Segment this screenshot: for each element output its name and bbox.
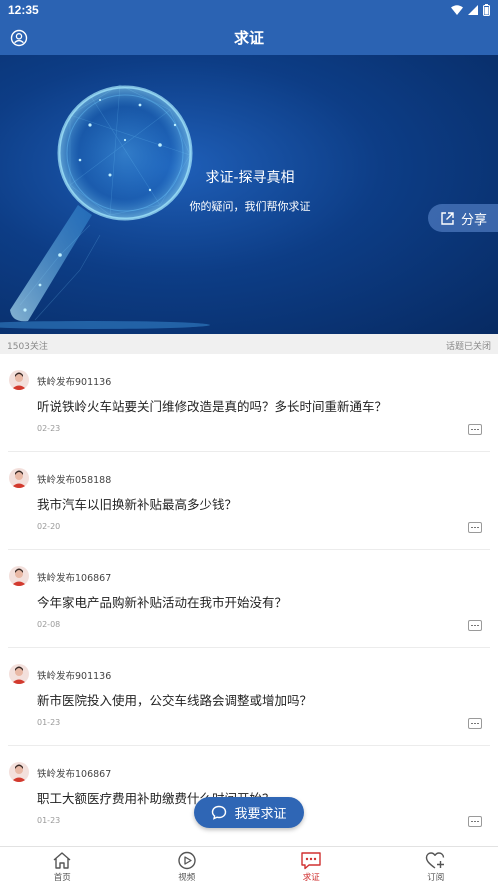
avatar: [9, 566, 29, 586]
page-title: 求证: [233, 29, 264, 47]
more-options-icon[interactable]: [468, 424, 482, 435]
status-icons: [451, 4, 490, 16]
topic-status: 话题已关闭: [445, 342, 491, 352]
list-item[interactable]: 铁岭发布058188 我市汽车以旧换新补贴最高多少钱？ 02-20: [0, 452, 498, 550]
status-time: 12:35: [8, 3, 39, 17]
tab-video-label: 视频: [178, 873, 196, 883]
followers-count: 1503关注: [7, 342, 48, 352]
banner-title: 求证-探寻真相: [205, 170, 295, 186]
tab-subscribe[interactable]: 订阅: [374, 847, 498, 885]
post-question[interactable]: 今年家电产品购新补贴活动在我市开始没有？: [37, 592, 287, 611]
avatar: [9, 468, 29, 488]
more-options-icon[interactable]: [468, 816, 482, 827]
tab-subscribe-label: 订阅: [427, 873, 445, 883]
tab-verify[interactable]: 求证: [249, 847, 374, 885]
hero-banner: 求证-探寻真相 你的疑问，我们帮你求证 分享: [0, 55, 498, 334]
post-author: 铁岭发布106867: [37, 769, 112, 780]
more-options-icon[interactable]: [468, 718, 482, 729]
share-button[interactable]: 分享: [428, 204, 498, 232]
avatar: [9, 370, 29, 390]
post-author: 铁岭发布901136: [37, 671, 112, 682]
list-item[interactable]: 铁岭发布106867 今年家电产品购新补贴活动在我市开始没有？ 02-08: [0, 550, 498, 648]
bottom-tab-bar: 首页 视频 求证 订阅: [0, 846, 498, 885]
list-item[interactable]: 铁岭发布106867 职工大额医疗费用补助缴费什么时间开始？ 01-23: [0, 746, 498, 844]
tab-home[interactable]: 首页: [0, 847, 125, 885]
more-options-icon[interactable]: [468, 522, 482, 533]
post-question[interactable]: 我市汽车以旧换新补贴最高多少钱？: [37, 494, 237, 513]
post-author: 铁岭发布106867: [37, 573, 112, 584]
ask-verify-label: 我要求证: [234, 807, 287, 822]
home-icon: [53, 852, 71, 869]
share-icon: [441, 211, 454, 225]
status-bar: 12:35: [0, 0, 498, 21]
post-author: 铁岭发布058188: [37, 475, 112, 486]
signal-icon: [468, 5, 478, 15]
tab-video[interactable]: 视频: [125, 847, 250, 885]
avatar: [9, 664, 29, 684]
wifi-icon: [451, 5, 463, 15]
post-date: 02-20: [37, 522, 61, 531]
topic-info-bar: 1503关注 话题已关闭: [0, 334, 498, 354]
post-date: 02-23: [37, 424, 61, 433]
post-date: 01-23: [37, 816, 61, 825]
post-question[interactable]: 听说铁岭火车站要关门维修改造是真的吗？多长时间重新通车？: [37, 396, 387, 415]
tab-home-label: 首页: [53, 873, 71, 883]
ask-verify-button[interactable]: 我要求证: [194, 797, 304, 828]
chat-bubble-icon: [301, 852, 321, 870]
post-date: 01-23: [37, 718, 61, 727]
post-question[interactable]: 新市医院投入使用，公交车线路会调整或增加吗？: [37, 690, 312, 709]
share-label: 分享: [461, 212, 488, 228]
app-header: 求证: [0, 21, 498, 55]
video-play-icon: [178, 851, 196, 870]
more-options-icon[interactable]: [468, 620, 482, 631]
battery-icon: [483, 4, 490, 16]
post-date: 02-08: [37, 620, 61, 629]
tab-verify-label: 求证: [302, 873, 320, 883]
list-item[interactable]: 铁岭发布901136 新市医院投入使用，公交车线路会调整或增加吗？ 01-23: [0, 648, 498, 746]
chat-bubble-icon: [212, 805, 227, 820]
list-item[interactable]: 铁岭发布901136 听说铁岭火车站要关门维修改造是真的吗？多长时间重新通车？ …: [0, 354, 498, 452]
heart-plus-icon: [426, 852, 445, 869]
post-author: 铁岭发布901136: [37, 377, 112, 388]
magnifier-illustration: [0, 84, 210, 329]
banner-subtitle: 你的疑问，我们帮你求证: [189, 200, 311, 213]
avatar: [9, 762, 29, 782]
